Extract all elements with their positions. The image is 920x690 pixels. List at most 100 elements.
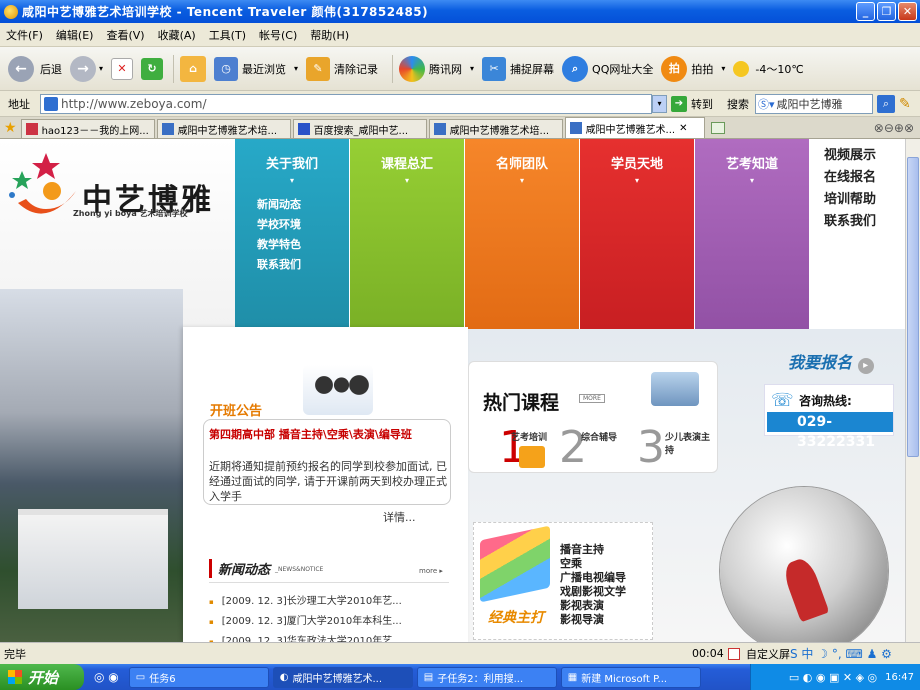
hot-more-button[interactable]: MORE bbox=[579, 394, 605, 403]
back-button[interactable]: ← 后退 bbox=[8, 55, 62, 82]
nav-about[interactable]: 关于我们 ▾ 新闻动态 学校环境 教学特色 联系我们 bbox=[235, 139, 349, 329]
clear-history-button[interactable]: ✎ 清除记录 bbox=[306, 56, 378, 81]
classic-item[interactable]: 空乘 bbox=[560, 557, 626, 571]
notice-headline[interactable]: 第四期高中部 播音主持\空乘\表演\编导班 bbox=[209, 426, 412, 442]
tab-label: 咸阳中艺博雅艺术... bbox=[585, 124, 676, 136]
search-input[interactable]: Ⓢ▾ 咸阳中艺博雅 bbox=[755, 93, 873, 114]
tab-zeboya-2[interactable]: 咸阳中艺博雅艺术培... bbox=[428, 119, 563, 138]
status-zoom[interactable]: 自定义屏 bbox=[746, 646, 790, 662]
signup-link[interactable]: 我要报名 ▸ bbox=[788, 349, 874, 374]
notice-title: 开班公告 bbox=[210, 404, 263, 419]
nav-students[interactable]: 学员天地 ▾ bbox=[580, 139, 694, 329]
nav-teachers[interactable]: 名师团队 ▾ bbox=[465, 139, 579, 329]
tab-zeboya-active[interactable]: 咸阳中艺博雅艺术... ✕ bbox=[564, 117, 705, 138]
sublink-features[interactable]: 教学特色 bbox=[257, 236, 301, 252]
tencent-net-button[interactable]: 腾讯网 ▾ bbox=[399, 55, 474, 82]
hotline-box: ☏ 咨询热线: 029-33222331 bbox=[764, 384, 894, 450]
go-button[interactable]: 转到 bbox=[691, 96, 713, 112]
tencent-dropdown-icon[interactable]: ▾ bbox=[470, 64, 474, 73]
link-training-help[interactable]: 培训帮助 bbox=[824, 193, 905, 206]
paipai-dropdown-icon[interactable]: ▾ bbox=[721, 64, 725, 73]
forward-dropdown-icon[interactable]: ▾ bbox=[99, 64, 103, 73]
nav-courses[interactable]: 课程总汇 ▾ bbox=[350, 139, 464, 329]
recent-dropdown-icon[interactable]: ▾ bbox=[294, 64, 298, 73]
logo-subtitle: Zhong yi boya 艺术培训学校 bbox=[73, 209, 188, 218]
tray-icons[interactable]: ▭ ◐ ◉ ▣ ✕ ◈ ◎ bbox=[789, 671, 877, 684]
restore-button[interactable]: ❐ bbox=[877, 2, 896, 21]
hot-label-1[interactable]: 艺考培训 bbox=[511, 430, 547, 443]
tab-controls-icon[interactable]: ⊗⊖⊕⊗ bbox=[874, 121, 914, 135]
news-item[interactable]: [2009. 12. 3]华东政法大学2010年艺... bbox=[209, 632, 402, 642]
hot-label-2[interactable]: 综合辅导 bbox=[581, 430, 617, 443]
classic-item[interactable]: 播音主持 bbox=[560, 543, 626, 557]
task-label: 咸阳中艺博雅艺术... bbox=[292, 673, 383, 685]
favorites-star-icon[interactable]: ★ bbox=[4, 120, 17, 136]
stop-icon[interactable]: ✕ bbox=[111, 57, 134, 80]
task-powerpoint[interactable]: ▦ 新建 Microsoft P... bbox=[560, 666, 701, 688]
task-browser[interactable]: ◐ 咸阳中艺博雅艺术... bbox=[272, 666, 413, 688]
nav-label: 名师团队 bbox=[495, 157, 548, 172]
weather-widget[interactable]: -4～10℃ bbox=[733, 60, 804, 77]
home-icon[interactable]: ⌂ bbox=[180, 55, 207, 82]
new-tab-icon[interactable] bbox=[710, 121, 725, 134]
qq-sites-button[interactable]: ⌕ QQ网址大全 bbox=[562, 55, 653, 82]
search-go-icon[interactable]: ⌕ bbox=[877, 94, 895, 113]
news-item[interactable]: [2009. 12. 3]厦门大学2010年本科生... bbox=[209, 612, 402, 627]
link-video[interactable]: 视频展示 bbox=[824, 149, 905, 162]
tab-zeboya-1[interactable]: 咸阳中艺博雅艺术培... bbox=[156, 119, 291, 138]
start-button[interactable]: 开始 bbox=[0, 664, 84, 690]
menu-view[interactable]: 查看(V) bbox=[106, 27, 144, 43]
refresh-icon[interactable]: ↻ bbox=[141, 57, 164, 80]
classic-item[interactable]: 影视导演 bbox=[560, 613, 626, 627]
quicklaunch-icons[interactable]: ◎ ◉ bbox=[94, 670, 119, 684]
chevron-down-icon: ▾ bbox=[634, 176, 639, 185]
menu-tools[interactable]: 工具(T) bbox=[209, 27, 246, 43]
go-arrow-icon[interactable]: ➔ bbox=[671, 95, 687, 112]
classic-item[interactable]: 广播电视编导 bbox=[560, 571, 626, 585]
back-label: 后退 bbox=[40, 62, 62, 76]
sublink-news[interactable]: 新闻动态 bbox=[257, 196, 301, 212]
paipai-button[interactable]: 拍 拍拍 ▾ bbox=[661, 55, 725, 82]
vertical-scrollbar[interactable] bbox=[905, 139, 920, 642]
document-icon: ▤ bbox=[423, 671, 434, 683]
task-folder[interactable]: ▭ 任务6 bbox=[128, 666, 269, 688]
system-tray: ▭ ◐ ◉ ▣ ✕ ◈ ◎ 16:47 bbox=[750, 664, 920, 690]
menu-help[interactable]: 帮助(H) bbox=[310, 27, 349, 43]
task-word[interactable]: ▤ 子任务2：利用搜... bbox=[416, 666, 557, 688]
chevron-down-icon: ▾ bbox=[289, 176, 294, 185]
classic-item[interactable]: 戏剧影视文学 bbox=[560, 585, 626, 599]
tab-label: 咸阳中艺博雅艺术培... bbox=[177, 125, 278, 137]
close-button[interactable]: ✕ bbox=[898, 2, 917, 21]
notice-more-link[interactable]: 详情... bbox=[383, 509, 416, 525]
recent-button[interactable]: ◷ 最近浏览 ▾ bbox=[214, 56, 298, 81]
search-engine-icon[interactable]: Ⓢ▾ bbox=[758, 96, 775, 112]
tab-hao123[interactable]: hao123－－我的上网... bbox=[20, 119, 155, 138]
tab-close-icon[interactable]: ✕ bbox=[679, 123, 687, 134]
classic-item[interactable]: 影视表演 bbox=[560, 599, 626, 613]
url-text: http://www.zeboya.com/ bbox=[61, 96, 207, 111]
menu-file[interactable]: 文件(F) bbox=[6, 27, 43, 43]
status-tray-icons[interactable]: S 中 ☽ °, ⌨ ♟ ⚙ bbox=[790, 645, 892, 662]
tab-baidu[interactable]: 百度搜索_咸阳中艺... bbox=[292, 119, 427, 138]
nav-label: 艺考知道 bbox=[725, 157, 778, 172]
menu-favorites[interactable]: 收藏(A) bbox=[158, 27, 196, 43]
news-item[interactable]: [2009. 12. 3]长沙理工大学2010年艺... bbox=[209, 592, 402, 607]
capture-screen-button[interactable]: ✂ 捕捉屏幕 bbox=[482, 56, 554, 81]
news-more-link[interactable]: more ▸ bbox=[419, 567, 443, 575]
sublink-contact[interactable]: 联系我们 bbox=[257, 256, 301, 272]
url-input[interactable]: http://www.zeboya.com/ bbox=[40, 93, 652, 114]
menu-account[interactable]: 帐号(C) bbox=[259, 27, 297, 43]
menu-edit[interactable]: 编辑(E) bbox=[56, 27, 94, 43]
highlight-pen-icon[interactable]: ✎ bbox=[899, 96, 911, 112]
hot-label-3[interactable]: 少儿表演主持 bbox=[665, 430, 717, 456]
link-online-signup[interactable]: 在线报名 bbox=[824, 171, 905, 184]
forward-button[interactable]: → ▾ bbox=[70, 55, 103, 82]
scrollbar-thumb[interactable] bbox=[907, 157, 919, 457]
toolbar-separator bbox=[173, 54, 175, 83]
url-dropdown-icon[interactable]: ▾ bbox=[652, 94, 667, 113]
paipai-icon: 拍 bbox=[661, 55, 688, 82]
minimize-button[interactable]: _ bbox=[856, 2, 875, 21]
sublink-environment[interactable]: 学校环境 bbox=[257, 216, 301, 232]
link-contact[interactable]: 联系我们 bbox=[824, 215, 905, 228]
nav-art-exam[interactable]: 艺考知道 ▾ bbox=[695, 139, 809, 329]
